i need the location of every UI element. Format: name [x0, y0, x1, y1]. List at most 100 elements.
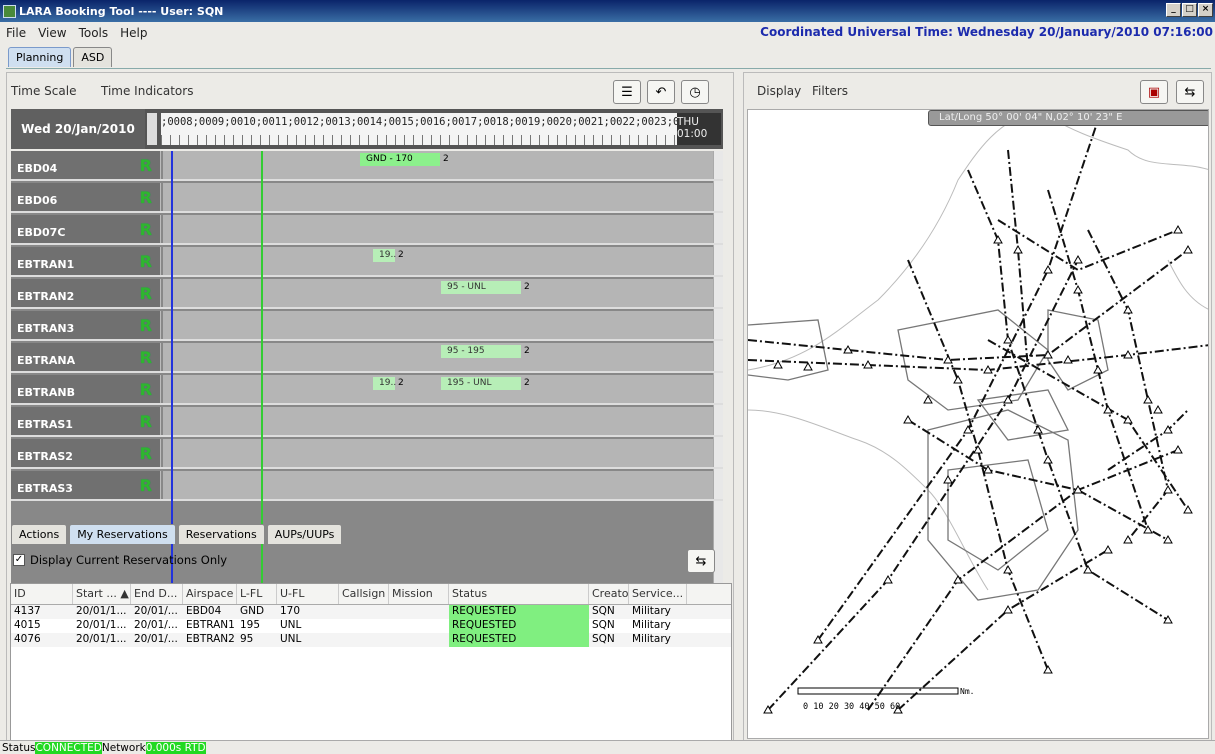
airspace-map[interactable]: Nm. 0 10 20 30 40 50 60 Lat/Long 50° 00'… — [747, 109, 1209, 739]
timeline-row[interactable]: EBTRANB R 19.. 2 195 - UNL 2 — [11, 375, 723, 405]
timeline-row[interactable]: EBD06 R — [11, 183, 723, 213]
table-row[interactable]: 4076 20/01/1... 20/01/... EBTRAN2 95 UNL REQUE… — [11, 633, 731, 647]
column-header[interactable]: Airspace — [183, 584, 237, 604]
scroll-left-icon[interactable] — [147, 113, 157, 145]
status-bar: Status CONNECTED Network 0.000s RTD — [0, 740, 1215, 754]
tab-reservations[interactable]: Reservations — [177, 524, 265, 544]
timeline-row[interactable]: EBTRAN1 R 19.. 2 — [11, 247, 723, 277]
timeline-lane[interactable]: GND - 170 2 — [163, 151, 713, 179]
filters-menu[interactable]: Filters — [812, 84, 848, 98]
timeline-lane[interactable]: 19.. 2 195 - UNL 2 — [163, 375, 713, 403]
time-scale-menu[interactable]: Time Scale — [11, 84, 76, 98]
column-header[interactable]: End D... — [131, 584, 183, 604]
export-icon[interactable]: ⇆ — [687, 549, 715, 573]
reservation-count: 2 — [398, 250, 404, 260]
airspace-label[interactable]: EBTRAN1 R — [11, 247, 161, 275]
timeline-row[interactable]: EBTRAN2 R 95 - UNL 2 — [11, 279, 723, 309]
airspace-name: EBD07C — [17, 226, 66, 239]
checkbox-icon[interactable]: ✓ — [13, 554, 25, 566]
airspace-label[interactable]: EBTRANA R — [11, 343, 161, 371]
timeline-lane[interactable]: 95 - 195 2 — [163, 343, 713, 371]
airspace-label[interactable]: EBTRAS1 R — [11, 407, 161, 435]
reservation-label: 19.. — [379, 250, 397, 260]
menu-file[interactable]: File — [0, 26, 32, 40]
table-row[interactable]: 4015 20/01/1... 20/01/... EBTRAN1 195 UNL REQU… — [11, 619, 731, 633]
airspace-label[interactable]: EBTRAN3 R — [11, 311, 161, 339]
display-menu[interactable]: Display — [757, 84, 801, 98]
waypoint-marker — [1083, 564, 1093, 574]
tab-my-reservations[interactable]: My Reservations — [69, 524, 176, 544]
menu-view[interactable]: View — [32, 26, 72, 40]
current-reservations-filter[interactable]: ✓ Display Current Reservations Only — [13, 553, 227, 567]
reservation-block[interactable]: GND - 170 — [360, 153, 440, 166]
column-header[interactable]: Callsign — [339, 584, 389, 604]
timeline-row[interactable]: EBD04 R GND - 170 2 — [11, 151, 723, 181]
menu-tools[interactable]: Tools — [73, 26, 115, 40]
time-indicators-menu[interactable]: Time Indicators — [101, 84, 193, 98]
airspace-label[interactable]: EBD06 R — [11, 183, 161, 211]
list-icon[interactable]: ☰ — [613, 80, 641, 104]
table-row[interactable]: 4137 20/01/1... 20/01/... EBD04 GND 170 REQUES… — [11, 605, 731, 619]
tab-aups-uups[interactable]: AUPs/UUPs — [266, 524, 343, 544]
column-header[interactable]: Start ... ▲ — [73, 584, 131, 604]
timeline-row[interactable]: EBTRAS1 R — [11, 407, 723, 437]
airspace-label[interactable]: EBTRAS2 R — [11, 439, 161, 467]
waypoint-marker — [1173, 444, 1183, 454]
timeline-lane[interactable] — [163, 439, 713, 467]
timeline-lane[interactable] — [163, 311, 713, 339]
map-scale-bar: Nm. 0 10 20 30 40 50 60 — [797, 687, 974, 712]
table-cell: REQUESTED — [449, 619, 589, 633]
refresh-icon[interactable]: ↶ — [647, 80, 675, 104]
presentation-icon[interactable]: ▣ — [1140, 80, 1168, 104]
menu-help[interactable]: Help — [114, 26, 153, 40]
table-cell — [339, 605, 389, 619]
tab-asd[interactable]: ASD — [73, 47, 113, 67]
maximize-button[interactable]: □ — [1182, 3, 1197, 17]
column-header[interactable]: L-FL — [237, 584, 277, 604]
timeline-row[interactable]: EBTRAN3 R — [11, 311, 723, 341]
airspace-label[interactable]: EBTRAN2 R — [11, 279, 161, 307]
reservation-block[interactable]: 195 - UNL — [441, 377, 521, 390]
tab-actions[interactable]: Actions — [11, 524, 68, 544]
table-cell: SQN — [592, 605, 615, 617]
reservation-block[interactable]: 19.. — [373, 377, 396, 390]
column-header[interactable]: Service... — [629, 584, 687, 604]
network-badge: 0.000s RTD — [145, 741, 206, 754]
timeline-lane[interactable] — [163, 183, 713, 211]
export-map-icon[interactable]: ⇆ — [1176, 80, 1204, 104]
column-header[interactable]: ID — [11, 584, 73, 604]
timeline-lane[interactable] — [163, 215, 713, 243]
airspace-label[interactable]: EBTRAS3 R — [11, 471, 161, 499]
timeline-lane[interactable] — [163, 407, 713, 435]
timeline-row[interactable]: EBTRAS3 R — [11, 471, 723, 501]
airspace-label[interactable]: EBD07C R — [11, 215, 161, 243]
column-header[interactable]: Mission — [389, 584, 449, 604]
column-header[interactable]: Creator — [589, 584, 629, 604]
timeline-row[interactable]: EBD07C R — [11, 215, 723, 245]
timeline-row[interactable]: EBTRAS2 R — [11, 439, 723, 469]
close-button[interactable]: × — [1198, 3, 1213, 17]
clock-icon[interactable]: ◷ — [681, 80, 709, 104]
table-cell: 4137 — [14, 605, 41, 617]
map-canvas[interactable]: Nm. 0 10 20 30 40 50 60 — [748, 110, 1209, 739]
reservation-block[interactable]: 19.. — [373, 249, 397, 262]
column-header[interactable]: U-FL — [277, 584, 339, 604]
airspace-name: EBTRAN3 — [17, 322, 75, 335]
status-r-icon: R — [139, 220, 152, 239]
reservation-block[interactable]: 95 - UNL — [441, 281, 521, 294]
timeline-lane[interactable] — [163, 471, 713, 499]
column-header[interactable]: Status — [449, 584, 589, 604]
tab-planning[interactable]: Planning — [8, 47, 72, 67]
timeline-lane[interactable]: 19.. 2 — [163, 247, 713, 275]
status-r-icon: R — [139, 380, 152, 399]
minimize-button[interactable]: _ — [1166, 3, 1181, 17]
title-bar[interactable]: LARA Booking Tool ---- User: SQN _ □ × — [0, 0, 1215, 22]
timeline-lane[interactable]: 95 - UNL 2 — [163, 279, 713, 307]
reservation-block[interactable]: 95 - 195 — [441, 345, 521, 358]
airspace-label[interactable]: EBD04 R — [11, 151, 161, 179]
timeline-row[interactable]: EBTRANA R 95 - 195 2 — [11, 343, 723, 373]
airspace-label[interactable]: EBTRANB R — [11, 375, 161, 403]
planning-panel: Time Scale Time Indicators ☰ ↶ ◷ Wed 20/… — [6, 72, 734, 742]
table-cell: 20/01/... — [134, 633, 178, 645]
time-ruler[interactable]: ;0008;0009;0010;0011;0012;0013;0014;0015… — [161, 113, 721, 145]
